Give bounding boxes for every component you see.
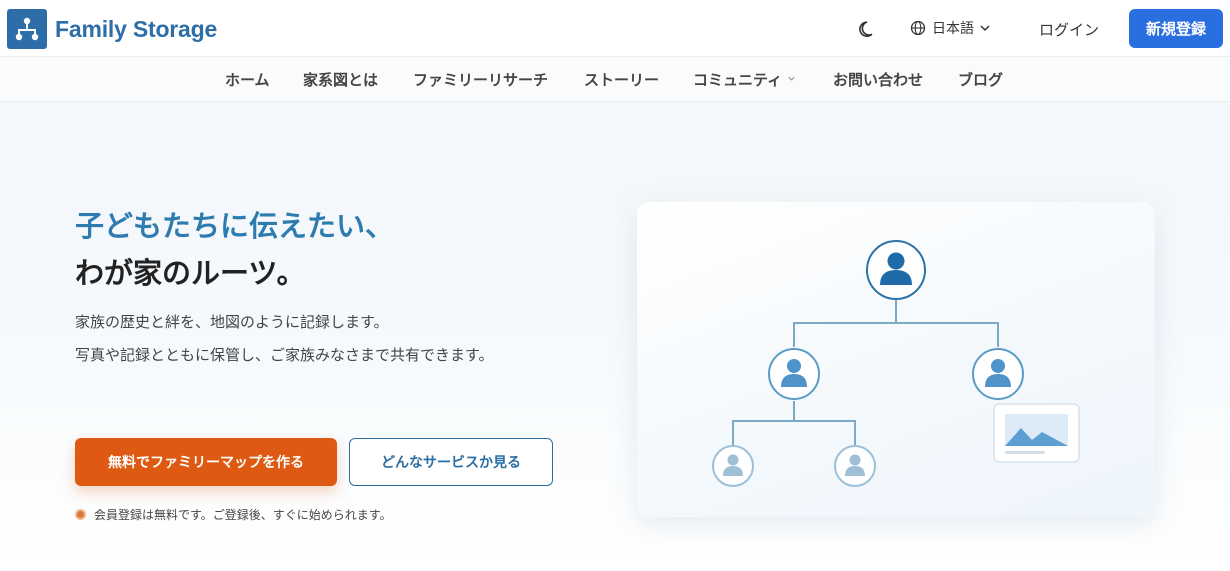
chevron-down-icon bbox=[980, 25, 990, 32]
note-bullet-icon bbox=[75, 509, 86, 520]
login-link[interactable]: ログイン bbox=[1039, 19, 1099, 40]
header: Family Storage 日本語 ログイン 新規登録 bbox=[0, 0, 1230, 57]
nav-item-blog[interactable]: ブログ bbox=[958, 69, 1003, 90]
hero-description-line1: 家族の歴史と絆を、地図のように記録します。 bbox=[75, 313, 389, 331]
signup-button[interactable]: 新規登録 bbox=[1129, 9, 1223, 48]
globe-icon bbox=[910, 20, 926, 36]
signup-note-text: 会員登録は無料です。ご登録後、すぐに始められます。 bbox=[94, 508, 392, 522]
moon-icon bbox=[859, 21, 873, 37]
family-tree-illustration bbox=[637, 202, 1155, 517]
see-service-button[interactable]: どんなサービスか見る bbox=[349, 438, 553, 486]
main-nav: ホーム 家系図とは ファミリーリサーチ ストーリー コミュニティ お問い合わせ … bbox=[0, 57, 1230, 102]
person-icon bbox=[866, 240, 926, 300]
nav-item-about-family-tree[interactable]: 家系図とは bbox=[303, 69, 378, 90]
person-icon bbox=[768, 348, 820, 400]
nav-item-home[interactable]: ホーム bbox=[225, 69, 270, 90]
nav-item-community[interactable]: コミュニティ bbox=[693, 69, 796, 90]
language-label: 日本語 bbox=[932, 21, 974, 37]
family-tree-logo-icon bbox=[7, 9, 47, 49]
signup-note: 会員登録は無料です。ご登録後、すぐに始められます。 bbox=[75, 506, 392, 523]
person-icon bbox=[834, 445, 876, 487]
nav-item-contact[interactable]: お問い合わせ bbox=[833, 69, 923, 90]
chevron-down-icon bbox=[788, 76, 795, 81]
person-icon bbox=[712, 445, 754, 487]
logo-text: Family Storage bbox=[55, 15, 218, 42]
hero-headline-line1: 子どもたちに伝えたい、 bbox=[75, 209, 395, 243]
nav-item-stories[interactable]: ストーリー bbox=[584, 69, 659, 90]
person-icon bbox=[972, 348, 1024, 400]
nav-item-family-research[interactable]: ファミリーリサーチ bbox=[413, 69, 548, 90]
language-selector[interactable]: 日本語 bbox=[910, 18, 991, 38]
nav-item-community-label: コミュニティ bbox=[693, 71, 783, 89]
photo-icon bbox=[993, 403, 1080, 463]
create-family-map-button[interactable]: 無料でファミリーマップを作る bbox=[75, 438, 337, 486]
hero-description-line2: 写真や記録とともに保管し、ご家族みなさまで共有できます。 bbox=[75, 346, 494, 364]
theme-toggle-button[interactable] bbox=[856, 17, 880, 41]
hero-headline-line2: わが家のルーツ。 bbox=[75, 256, 306, 290]
family-tree-diagram bbox=[712, 240, 1080, 487]
logo[interactable]: Family Storage bbox=[7, 9, 217, 49]
